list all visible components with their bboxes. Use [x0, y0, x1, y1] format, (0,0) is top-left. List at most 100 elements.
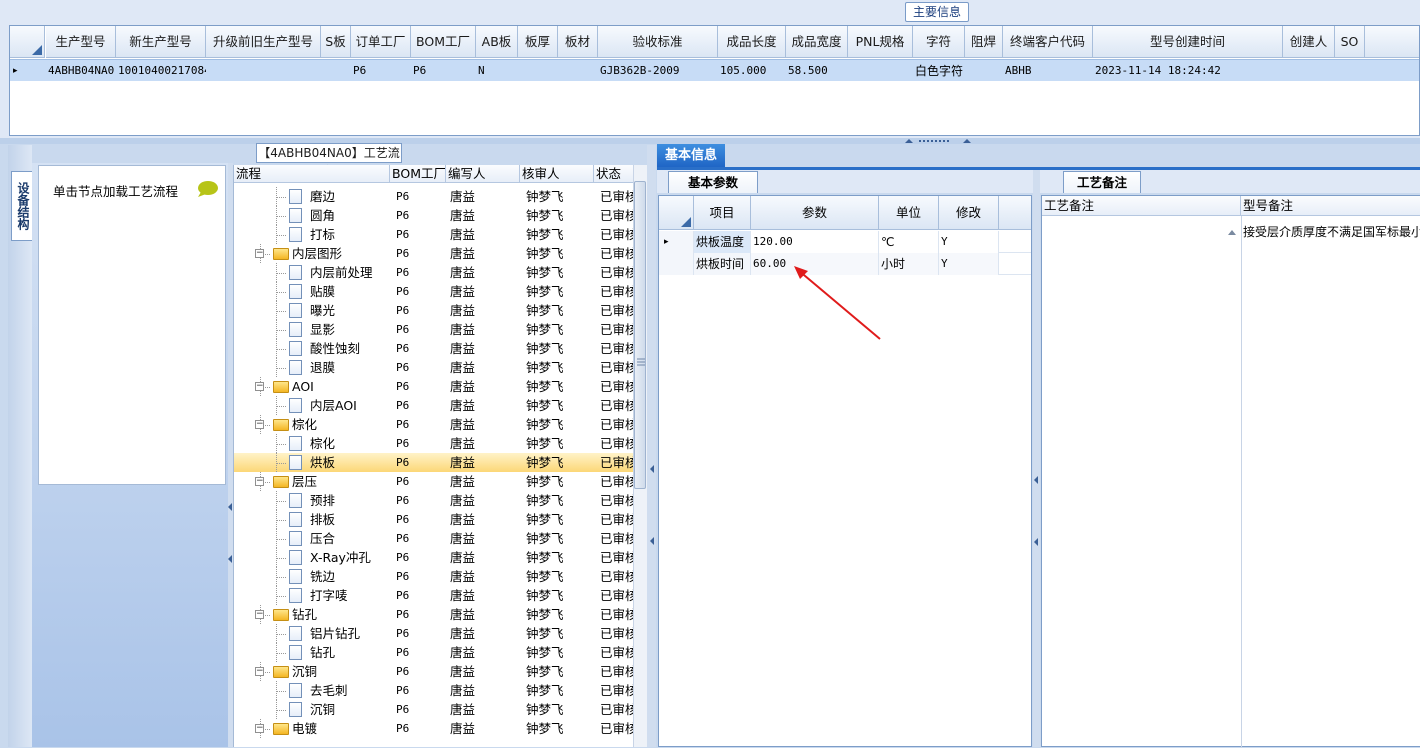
tree-row[interactable]: − 内层图形 P6 唐益 钟梦飞 已审核 [234, 244, 633, 263]
tree-column-header-4[interactable]: 核审人 [520, 165, 594, 183]
middle-splitter[interactable] [647, 145, 656, 747]
collapse-toggle-icon[interactable]: − [255, 249, 264, 258]
tree-column-header-5[interactable]: 状态 [594, 165, 633, 183]
column-header-10[interactable]: 验收标准 [598, 26, 718, 58]
scroll-up-arrow-icon[interactable] [1228, 229, 1236, 235]
param-column-header-4[interactable]: 修改 [939, 196, 999, 230]
column-header-11[interactable]: 成品长度 [718, 26, 786, 58]
collapse-toggle-icon[interactable]: − [255, 610, 264, 619]
tree-row[interactable]: X-Ray冲孔 P6 唐益 钟梦飞 已审核 [234, 548, 633, 567]
column-header-14[interactable]: 字符 [913, 26, 965, 58]
tree-row[interactable]: − 电镀 P6 唐益 钟梦飞 已审核 [234, 719, 633, 738]
tree-row[interactable]: 圆角 P6 唐益 钟梦飞 已审核 [234, 206, 633, 225]
tab-basic-info[interactable]: 基本信息 [657, 144, 725, 168]
tree-cell-status: 已审核 [600, 398, 633, 413]
param-modify[interactable]: Y [939, 253, 999, 275]
corner-triangle-icon [32, 45, 42, 55]
file-icon [289, 284, 302, 299]
folder-icon [273, 476, 289, 488]
param-unit: ℃ [879, 231, 939, 253]
tree-row[interactable]: 压合 P6 唐益 钟梦飞 已审核 [234, 529, 633, 548]
product-grid: 生产型号 新生产型号 升级前旧生产型号 S板 订单工厂 BOM工厂 AB板 板厚 板材 验收标准成… [9, 25, 1420, 136]
column-header-15[interactable]: 阻焊 [965, 26, 1003, 58]
collapse-toggle-icon[interactable]: − [255, 382, 264, 391]
tree-column-header-1[interactable]: 流程 [234, 165, 390, 183]
tree-row[interactable]: 沉铜 P6 唐益 钟梦飞 已审核 [234, 700, 633, 719]
collapse-toggle-icon[interactable]: − [255, 724, 264, 733]
tree-row[interactable]: 打字唛 P6 唐益 钟梦飞 已审核 [234, 586, 633, 605]
tree-row[interactable]: 贴膜 P6 唐益 钟梦飞 已审核 [234, 282, 633, 301]
tree-row[interactable]: 内层AOI P6 唐益 钟梦飞 已审核 [234, 396, 633, 415]
column-header-19[interactable]: SO [1335, 26, 1365, 58]
column-header-12[interactable]: 成品宽度 [786, 26, 848, 58]
tree-row[interactable]: 铣边 P6 唐益 钟梦飞 已审核 [234, 567, 633, 586]
tree-row[interactable]: 磨边 P6 唐益 钟梦飞 已审核 [234, 187, 633, 206]
tree-row[interactable]: − 沉铜 P6 唐益 钟梦飞 已审核 [234, 662, 633, 681]
folder-icon [273, 723, 289, 735]
collapse-toggle-icon[interactable]: − [255, 420, 264, 429]
param-value[interactable]: 120.00 [751, 231, 879, 253]
table-cell: GJB362B-2009 [600, 64, 680, 77]
param-column-header-1[interactable]: 项目 [694, 196, 751, 230]
column-header-16[interactable]: 终端客户代码 [1003, 26, 1093, 58]
column-header-17[interactable]: 型号创建时间 [1093, 26, 1283, 58]
right-splitter[interactable] [1033, 170, 1040, 747]
param-column-filler [999, 196, 1031, 230]
main-info-tab[interactable]: 主要信息 [905, 2, 969, 22]
column-header-8[interactable]: 板厚 [518, 26, 558, 58]
tree-row[interactable]: 铝片钻孔 P6 唐益 钟梦飞 已审核 [234, 624, 633, 643]
column-header-18[interactable]: 创建人 [1283, 26, 1335, 58]
param-column-header-3[interactable]: 单位 [879, 196, 939, 230]
tree-row[interactable]: 显影 P6 唐益 钟梦飞 已审核 [234, 320, 633, 339]
table-cell: 白色字符 [914, 64, 963, 78]
tree-row[interactable]: 曝光 P6 唐益 钟梦飞 已审核 [234, 301, 633, 320]
tree-row[interactable]: 酸性蚀刻 P6 唐益 钟梦飞 已审核 [234, 339, 633, 358]
tree-row[interactable]: − 棕化 P6 唐益 钟梦飞 已审核 [234, 415, 633, 434]
column-header-4[interactable]: S板 [321, 26, 351, 58]
speech-bubble-icon [198, 181, 218, 197]
tree-row[interactable]: 去毛刺 P6 唐益 钟梦飞 已审核 [234, 681, 633, 700]
tree-row[interactable]: 烘板 P6 唐益 钟梦飞 已审核 [234, 453, 633, 472]
row-marker-icon: ▸ [13, 66, 18, 76]
tree-row[interactable]: 打标 P6 唐益 钟梦飞 已审核 [234, 225, 633, 244]
tree-row[interactable]: − 层压 P6 唐益 钟梦飞 已审核 [234, 472, 633, 491]
tree-cell-status: 已审核 [600, 455, 633, 470]
tab-basic-params[interactable]: 基本参数 [668, 171, 758, 193]
column-header-2[interactable]: 新生产型号 [116, 26, 206, 58]
tree-scrollbar-thumb[interactable] [634, 181, 646, 489]
tree-row[interactable]: 内层前处理 P6 唐益 钟梦飞 已审核 [234, 263, 633, 282]
tree-cell-status: 已审核 [600, 227, 633, 242]
tree-cell-status: 已审核 [600, 208, 633, 223]
column-header-1[interactable]: 生产型号 [46, 26, 116, 58]
tree-row[interactable]: − AOI P6 唐益 钟梦飞 已审核 [234, 377, 633, 396]
model-note-text[interactable]: 接受层介质厚度不满足国军标最小 [1243, 223, 1420, 240]
column-header-6[interactable]: BOM工厂 [411, 26, 476, 58]
tab-process-notes[interactable]: 工艺备注 [1063, 171, 1141, 193]
table-row[interactable]: ▸ 4ABHB04NA0 10010400217084 P6 P6 N GJB362B-20… [10, 59, 1419, 81]
tree-row[interactable]: 钻孔 P6 唐益 钟梦飞 已审核 [234, 643, 633, 662]
tree-row[interactable]: − 钻孔 P6 唐益 钟梦飞 已审核 [234, 605, 633, 624]
column-header-13[interactable]: PNL规格 [848, 26, 913, 58]
param-column-header-2[interactable]: 参数 [751, 196, 879, 230]
column-header-7[interactable]: AB板 [476, 26, 518, 58]
column-header-3[interactable]: 升级前旧生产型号 [206, 26, 321, 58]
tree-row[interactable]: 退膜 P6 唐益 钟梦飞 已审核 [234, 358, 633, 377]
param-modify[interactable]: Y [939, 231, 999, 253]
column-header-model-note[interactable]: 型号备注 [1241, 196, 1420, 216]
column-header-9[interactable]: 板材 [558, 26, 598, 58]
column-header-process-note[interactable]: 工艺备注 [1042, 196, 1241, 216]
tree-row[interactable]: 棕化 P6 唐益 钟梦飞 已审核 [234, 434, 633, 453]
tree-row[interactable]: 预排 P6 唐益 钟梦飞 已审核 [234, 491, 633, 510]
tree-cell-writer: 唐益 [450, 322, 476, 337]
column-header-5[interactable]: 订单工厂 [351, 26, 411, 58]
folder-icon [273, 419, 289, 431]
splitter-arrow-icon [650, 465, 654, 545]
tree-row[interactable]: 排板 P6 唐益 钟梦飞 已审核 [234, 510, 633, 529]
file-icon [289, 626, 302, 641]
collapse-toggle-icon[interactable]: − [255, 667, 264, 676]
tree-column-header-3[interactable]: 编写人 [446, 165, 520, 183]
param-row[interactable]: ▸ 烘板温度 120.00 ℃ Y [659, 231, 1031, 253]
collapse-toggle-icon[interactable]: − [255, 477, 264, 486]
tab-equipment-structure[interactable]: 设备结构 [11, 171, 33, 241]
tree-column-header-2[interactable]: BOM工厂 [390, 165, 446, 183]
